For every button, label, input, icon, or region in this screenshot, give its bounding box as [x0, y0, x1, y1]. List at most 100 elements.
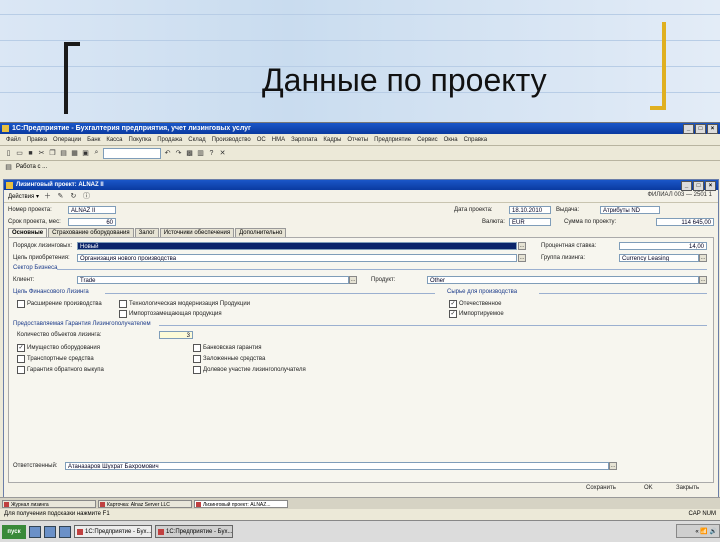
checkbox-box[interactable]: ✓ [449, 310, 457, 318]
info-icon[interactable]: ⓘ [82, 192, 91, 201]
add-icon[interactable]: ＋ [43, 192, 52, 201]
checkbox-box[interactable] [193, 344, 201, 352]
help-icon[interactable]: ? [207, 149, 216, 158]
actions-menu-button[interactable]: Действия ▾ [8, 193, 39, 200]
group-field[interactable]: Currency Leasing [619, 254, 699, 262]
refresh-icon[interactable]: ↻ [69, 192, 78, 201]
purpose-field[interactable]: Организация нового производства [77, 254, 517, 262]
edit-icon[interactable]: ✎ [56, 192, 65, 201]
window-tab-card[interactable]: Карточка: Alnaz Server LLC [98, 499, 192, 508]
checkbox-box[interactable] [119, 300, 127, 308]
calendar-icon[interactable]: ▥ [196, 149, 205, 158]
tab-main[interactable]: Основные [8, 228, 48, 237]
goal-checkbox-modernization[interactable]: Технологическая модернизация Продукции [119, 300, 250, 308]
guarantee-checkbox-deposit[interactable]: Заложенные средства [193, 355, 265, 363]
checkbox-box[interactable] [17, 366, 25, 374]
window-tab-leasing-journal[interactable]: Журнал лизинга [2, 499, 96, 508]
menu-salary[interactable]: Зарплата [291, 137, 317, 143]
menu-production[interactable]: Производство [212, 137, 251, 143]
checkbox-box[interactable]: ✓ [17, 344, 25, 352]
kind-field[interactable]: Атрибуты ND [600, 206, 660, 214]
direction-select-button[interactable]: … [518, 242, 526, 250]
system-tray[interactable]: « 📶 🔊 [676, 524, 720, 538]
minimize-button[interactable]: _ [683, 124, 694, 134]
copy-icon[interactable]: ❐ [48, 149, 57, 158]
tab-insurance[interactable]: Страхование оборудования [48, 228, 134, 237]
close-button[interactable]: × [707, 124, 718, 134]
tools-icon[interactable]: ✕ [218, 149, 227, 158]
checkbox-box[interactable] [119, 310, 127, 318]
tab-sources[interactable]: Источники обеспечения [159, 228, 235, 237]
checkbox-box[interactable] [193, 355, 201, 363]
checkbox-box[interactable] [193, 366, 201, 374]
start-button[interactable]: пуск [2, 524, 26, 539]
currency-field[interactable]: EUR [509, 218, 551, 226]
goal-checkbox-expansion[interactable]: Расширение производства [17, 300, 102, 308]
client-field[interactable]: Trade [77, 276, 349, 284]
workplace-icon[interactable]: ▤ [4, 163, 13, 172]
purpose-select-button[interactable]: … [518, 254, 526, 262]
product-field[interactable]: Other [427, 276, 699, 284]
menu-operations[interactable]: Операции [53, 137, 81, 143]
product-select-button[interactable]: … [699, 276, 707, 284]
undo-icon[interactable]: ↶ [163, 149, 172, 158]
checkbox-box[interactable]: ✓ [449, 300, 457, 308]
checkbox-box[interactable] [17, 300, 25, 308]
menu-os[interactable]: ОС [257, 137, 266, 143]
project-date-field[interactable]: 18.10.2010 [509, 206, 551, 214]
responsible-select-button[interactable]: … [609, 462, 617, 470]
print-icon[interactable]: ▦ [70, 149, 79, 158]
term-field[interactable]: 60 [68, 218, 116, 226]
guarantee-count-field[interactable]: 3 [159, 331, 193, 339]
tab-additional[interactable]: Дополнительно [235, 228, 287, 237]
quicklaunch-desktop-icon[interactable] [44, 525, 56, 538]
menu-help[interactable]: Справка [464, 137, 488, 143]
quicklaunch-outlook-icon[interactable] [59, 525, 71, 538]
cut-icon[interactable]: ✂ [37, 149, 46, 158]
paste-icon[interactable]: ▤ [59, 149, 68, 158]
raw-checkbox-imported[interactable]: ✓ Импортируемое [449, 310, 504, 318]
preview-icon[interactable]: ▣ [81, 149, 90, 158]
maximize-button[interactable]: □ [695, 124, 706, 134]
quicklaunch-ie-icon[interactable] [29, 525, 41, 538]
client-select-button[interactable]: … [349, 276, 357, 284]
guarantee-checkbox-buyback[interactable]: Гарантия обратного выкупа [17, 366, 104, 374]
menu-windows[interactable]: Окна [444, 137, 458, 143]
workplace-label[interactable]: Работа с ... [16, 164, 47, 170]
menu-reports[interactable]: Отчеты [347, 137, 368, 143]
guarantee-checkbox-equity[interactable]: Долевое участие лизингополучателя [193, 366, 306, 374]
menu-enterprise[interactable]: Предприятие [374, 137, 411, 143]
calc-icon[interactable]: ▩ [185, 149, 194, 158]
guarantee-checkbox-vehicles[interactable]: Транспортные средства [17, 355, 94, 363]
menu-purchase[interactable]: Покупка [129, 137, 152, 143]
redo-icon[interactable]: ↷ [174, 149, 183, 158]
direction-field[interactable]: Новый [77, 242, 517, 250]
guarantee-checkbox-bank[interactable]: Банковская гарантия [193, 344, 261, 352]
save-button[interactable]: Сохранить [586, 485, 616, 491]
project-number-field[interactable]: ALNAZ II [68, 206, 116, 214]
menu-bank[interactable]: Банк [87, 137, 100, 143]
new-doc-icon[interactable]: ▯ [4, 149, 13, 158]
open-icon[interactable]: ▭ [15, 149, 24, 158]
menu-sale[interactable]: Продажа [157, 137, 182, 143]
menu-hr[interactable]: Кадры [323, 137, 341, 143]
percent-field[interactable]: 14,00 [619, 242, 707, 250]
window-tab-project[interactable]: Лизинговый проект: ALNAZ... [194, 499, 288, 508]
ok-button[interactable]: OK [644, 485, 653, 491]
responsible-field[interactable]: Атаназаров Шухрат Бахромович [65, 462, 609, 470]
raw-checkbox-domestic[interactable]: ✓ Отечественное [449, 300, 501, 308]
menu-warehouse[interactable]: Склад [188, 137, 205, 143]
menu-nma[interactable]: НМА [272, 137, 285, 143]
menu-file[interactable]: Файл [6, 137, 21, 143]
find-icon[interactable]: ⌕ [92, 149, 101, 158]
taskbar-app-1[interactable]: 1С:Предприятие - Бух... [74, 525, 152, 538]
menu-service[interactable]: Сервис [417, 137, 438, 143]
taskbar-app-2[interactable]: 1С:Предприятие - Бух... [155, 525, 233, 538]
menu-edit[interactable]: Правка [27, 137, 47, 143]
guarantee-checkbox-equipment[interactable]: ✓ Имущество оборудования [17, 344, 100, 352]
checkbox-box[interactable] [17, 355, 25, 363]
save-icon[interactable]: ■ [26, 149, 35, 158]
search-combo[interactable] [103, 147, 161, 159]
group-select-button[interactable]: … [699, 254, 707, 262]
tab-pledge[interactable]: Залог [134, 228, 159, 237]
